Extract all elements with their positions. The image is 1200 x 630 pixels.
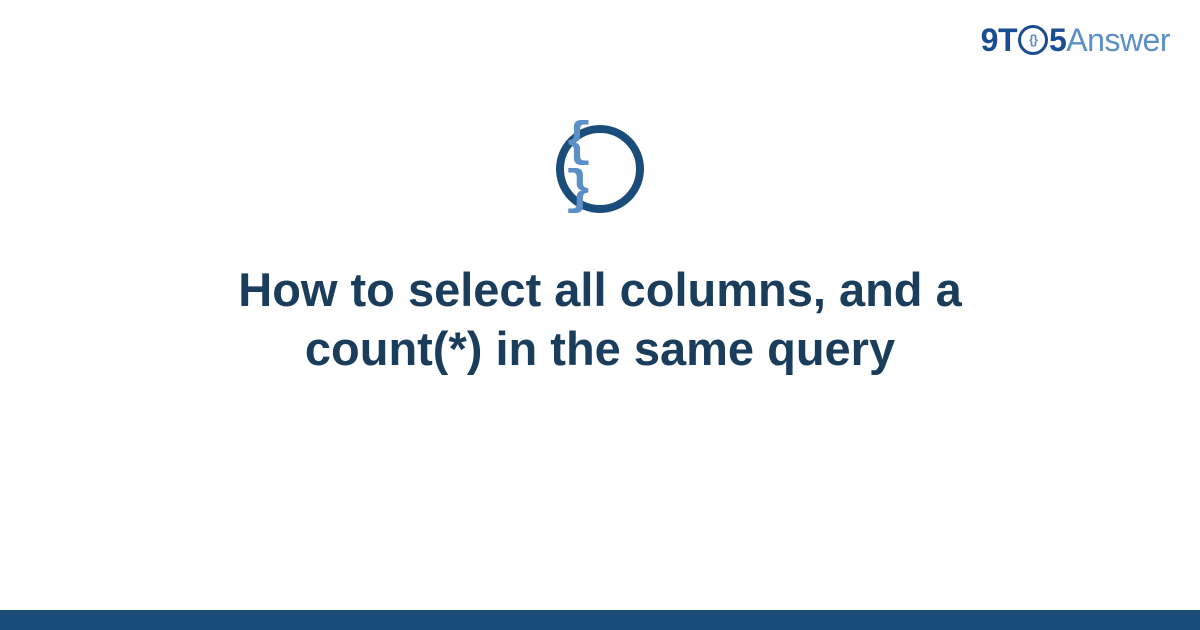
code-braces-icon: { } <box>564 119 636 215</box>
logo-part-answer: Answer <box>1066 22 1170 59</box>
site-logo: 9T {} 5 Answer <box>981 22 1170 59</box>
logo-circle-inner: {} <box>1029 32 1037 47</box>
logo-part-5: 5 <box>1049 22 1066 59</box>
footer-bar <box>0 610 1200 630</box>
logo-part-9t: 9T <box>981 22 1017 59</box>
question-title: How to select all columns, and a count(*… <box>120 261 1080 379</box>
main-content: { } How to select all columns, and a cou… <box>0 125 1200 379</box>
topic-icon-circle: { } <box>556 125 644 213</box>
logo-circle-icon: {} <box>1018 25 1048 55</box>
